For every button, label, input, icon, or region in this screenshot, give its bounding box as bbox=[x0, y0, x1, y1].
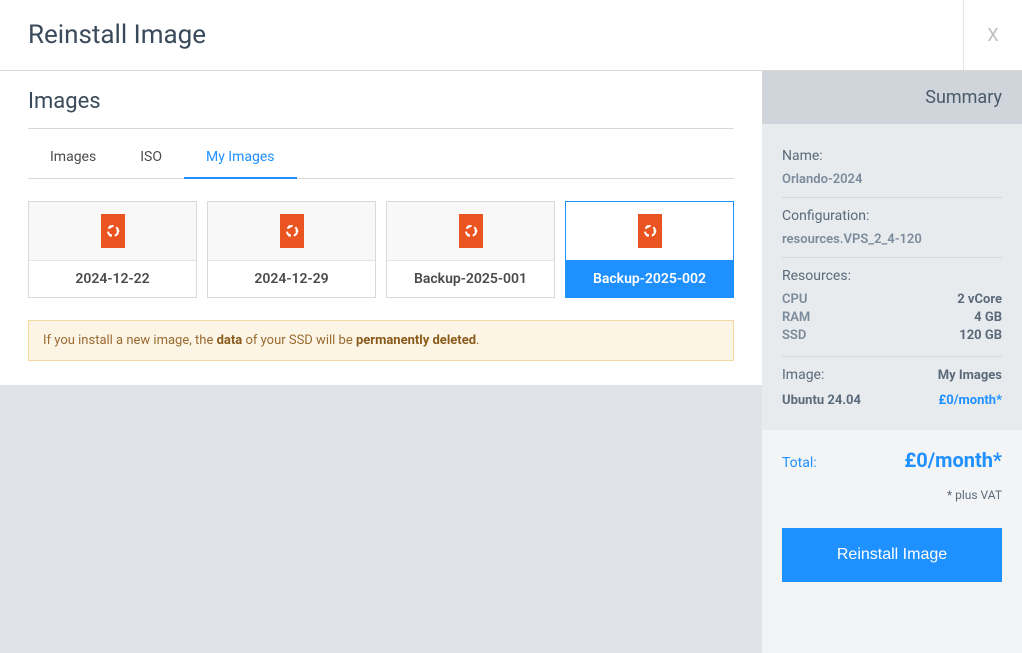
resource-key: SSD bbox=[782, 328, 806, 343]
vat-note: * plus VAT bbox=[782, 488, 1002, 502]
card-icon-wrap bbox=[208, 202, 375, 260]
card-icon-wrap bbox=[566, 202, 733, 260]
summary-row-config: Configuration: resources.VPS_2_4-120 bbox=[782, 197, 1002, 257]
tab-my-images[interactable]: My Images bbox=[184, 137, 297, 179]
total-row: Total: £0/month* bbox=[782, 448, 1002, 472]
summary-name-label: Name: bbox=[782, 148, 1002, 164]
summary-config-value: resources.VPS_2_4-120 bbox=[782, 232, 1002, 247]
warning-banner: If you install a new image, the data of … bbox=[28, 320, 734, 361]
total-label: Total: bbox=[782, 455, 817, 471]
resource-ssd: SSD 120 GB bbox=[782, 328, 1002, 343]
card-label: Backup-2025-001 bbox=[387, 260, 554, 297]
image-card[interactable]: 2024-12-22 bbox=[28, 201, 197, 298]
warning-text-mid: of your SSD will be bbox=[242, 333, 356, 348]
modal-title: Reinstall Image bbox=[28, 20, 206, 50]
resource-key: RAM bbox=[782, 310, 810, 325]
image-card-selected[interactable]: Backup-2025-002 bbox=[565, 201, 734, 298]
tab-images[interactable]: Images bbox=[28, 137, 118, 179]
close-button[interactable]: X bbox=[963, 0, 1022, 70]
modal-body: Images Images ISO My Images 2024-12-22 bbox=[0, 71, 1022, 653]
warning-bold-data: data bbox=[217, 333, 243, 348]
main-lower-fill bbox=[0, 385, 762, 653]
summary-column: Summary Name: Orlando-2024 Configuration… bbox=[762, 71, 1022, 653]
card-label: Backup-2025-002 bbox=[566, 260, 733, 297]
warning-text-post: . bbox=[476, 333, 479, 348]
resource-ram: RAM 4 GB bbox=[782, 310, 1002, 325]
tab-iso[interactable]: ISO bbox=[118, 137, 184, 179]
total-value: £0/month* bbox=[904, 448, 1002, 472]
warning-text-pre: If you install a new image, the bbox=[43, 333, 217, 348]
main-column: Images Images ISO My Images 2024-12-22 bbox=[0, 71, 762, 653]
resource-cpu: CPU 2 vCore bbox=[782, 292, 1002, 307]
summary-row-image: Image: My Images Ubuntu 24.04 £0/month* bbox=[782, 356, 1002, 418]
ubuntu-icon bbox=[101, 214, 125, 248]
images-section: Images Images ISO My Images 2024-12-22 bbox=[0, 71, 762, 385]
close-icon: X bbox=[987, 25, 998, 46]
summary-row-name: Name: Orlando-2024 bbox=[782, 138, 1002, 197]
summary-lower: Total: £0/month* * plus VAT Reinstall Im… bbox=[762, 430, 1022, 653]
image-card[interactable]: Backup-2025-001 bbox=[386, 201, 555, 298]
image-card[interactable]: 2024-12-29 bbox=[207, 201, 376, 298]
summary-resources-label: Resources: bbox=[782, 268, 1002, 284]
image-cards: 2024-12-22 2024-12-29 bbox=[28, 201, 734, 298]
summary-image-os: Ubuntu 24.04 bbox=[782, 393, 861, 408]
section-title: Images bbox=[28, 89, 734, 129]
summary-image-type: My Images bbox=[938, 368, 1002, 383]
resource-value: 2 vCore bbox=[957, 292, 1002, 307]
ubuntu-icon bbox=[638, 214, 662, 248]
summary-image-price: £0/month* bbox=[939, 393, 1002, 408]
warning-bold-deleted: permanently deleted bbox=[356, 333, 476, 348]
card-label: 2024-12-29 bbox=[208, 260, 375, 297]
summary-image-label: Image: bbox=[782, 367, 824, 383]
tabs: Images ISO My Images bbox=[28, 137, 734, 179]
card-icon-wrap bbox=[387, 202, 554, 260]
resource-value: 4 GB bbox=[974, 310, 1002, 325]
summary-body: Name: Orlando-2024 Configuration: resour… bbox=[762, 124, 1022, 430]
card-icon-wrap bbox=[29, 202, 196, 260]
summary-row-resources: Resources: CPU 2 vCore RAM 4 GB SSD 120 … bbox=[782, 257, 1002, 356]
resource-value: 120 GB bbox=[959, 328, 1002, 343]
reinstall-button[interactable]: Reinstall Image bbox=[782, 528, 1002, 582]
summary-heading: Summary bbox=[762, 71, 1022, 124]
ubuntu-icon bbox=[459, 214, 483, 248]
summary-config-label: Configuration: bbox=[782, 208, 1002, 224]
resource-key: CPU bbox=[782, 292, 807, 307]
card-label: 2024-12-22 bbox=[29, 260, 196, 297]
summary-name-value: Orlando-2024 bbox=[782, 172, 1002, 187]
reinstall-image-modal: Reinstall Image X Images Images ISO My I… bbox=[0, 0, 1022, 653]
modal-header: Reinstall Image X bbox=[0, 0, 1022, 71]
ubuntu-icon bbox=[280, 214, 304, 248]
